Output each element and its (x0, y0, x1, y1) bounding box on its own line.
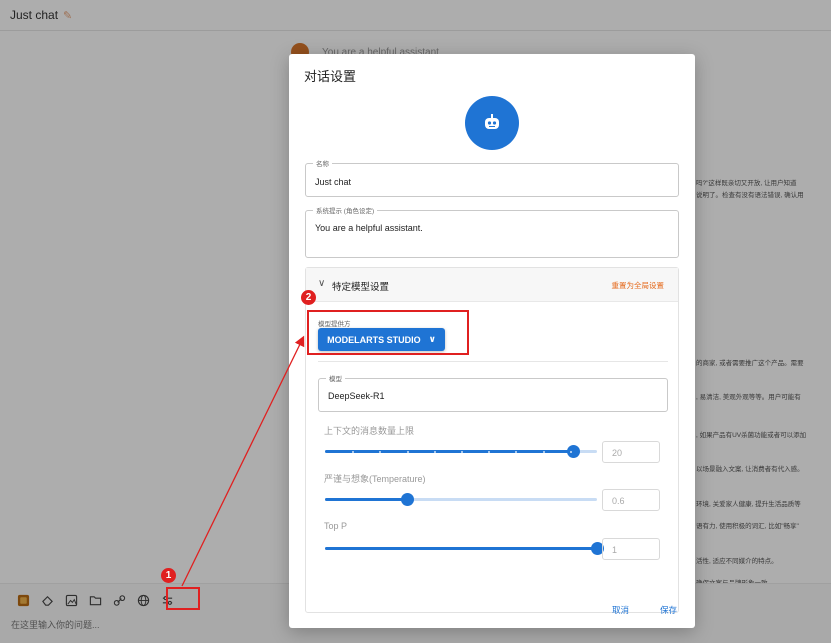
slider-fill (325, 450, 573, 453)
chevron-down-icon[interactable]: ∨ (318, 278, 325, 289)
system-prompt-field[interactable]: 系统提示 (角色设定) You are a helpful assistant. (305, 205, 679, 258)
model-value: DeepSeek-R1 (328, 391, 385, 401)
slider-tick (379, 451, 381, 453)
slider-tick (461, 451, 463, 453)
name-value: Just chat (315, 177, 352, 187)
model-field[interactable]: 模型 DeepSeek-R1 (318, 373, 668, 412)
cancel-button[interactable]: 取消 (612, 604, 629, 616)
callout-badge: 2 (301, 290, 316, 305)
temperature-input[interactable]: 0.6 (602, 489, 660, 511)
slider-tick (515, 451, 517, 453)
slider-tick (352, 451, 354, 453)
top-p-label: Top P (324, 521, 348, 531)
name-legend: 名称 (313, 158, 332, 168)
robot-icon[interactable] (465, 96, 519, 150)
slider-tick (570, 451, 572, 453)
model-settings-title: 特定模型设置 (332, 282, 390, 293)
slider-tick (488, 451, 490, 453)
provider-highlight-box (307, 310, 469, 355)
slider-thumb[interactable] (401, 493, 414, 506)
dialog-title: 对话设置 (304, 69, 357, 84)
save-button[interactable]: 保存 (660, 604, 677, 616)
system-prompt-value: You are a helpful assistant. (315, 223, 423, 233)
context-limit-slider[interactable] (325, 445, 597, 458)
settings-highlight-box (166, 587, 200, 610)
system-prompt-legend: 系统提示 (角色设定) (313, 205, 378, 215)
model-settings-header[interactable]: ∨ 特定模型设置 重置为全局设置 (306, 268, 678, 302)
context-limit-input[interactable]: 20 (602, 441, 660, 463)
slider-tick (543, 451, 545, 453)
dialog-footer: 取消 保存 (289, 594, 695, 628)
callout-badge: 1 (161, 568, 176, 583)
slider-fill (325, 498, 407, 501)
model-legend: 模型 (326, 373, 345, 383)
divider (318, 361, 668, 362)
slider-tick (434, 451, 436, 453)
slider-tick (407, 451, 409, 453)
temperature-slider[interactable] (325, 493, 597, 506)
slider-thumb[interactable] (567, 445, 580, 458)
name-field[interactable]: 名称 Just chat (305, 158, 679, 197)
context-limit-label: 上下文的消息数量上限 (324, 426, 415, 436)
slider-fill (325, 547, 597, 550)
temperature-label: 严谨与想象(Temperature) (324, 474, 426, 484)
top-p-input[interactable]: 1 (602, 538, 660, 560)
reset-to-global-button[interactable]: 重置为全局设置 (612, 280, 665, 291)
top-p-slider[interactable] (325, 542, 604, 555)
